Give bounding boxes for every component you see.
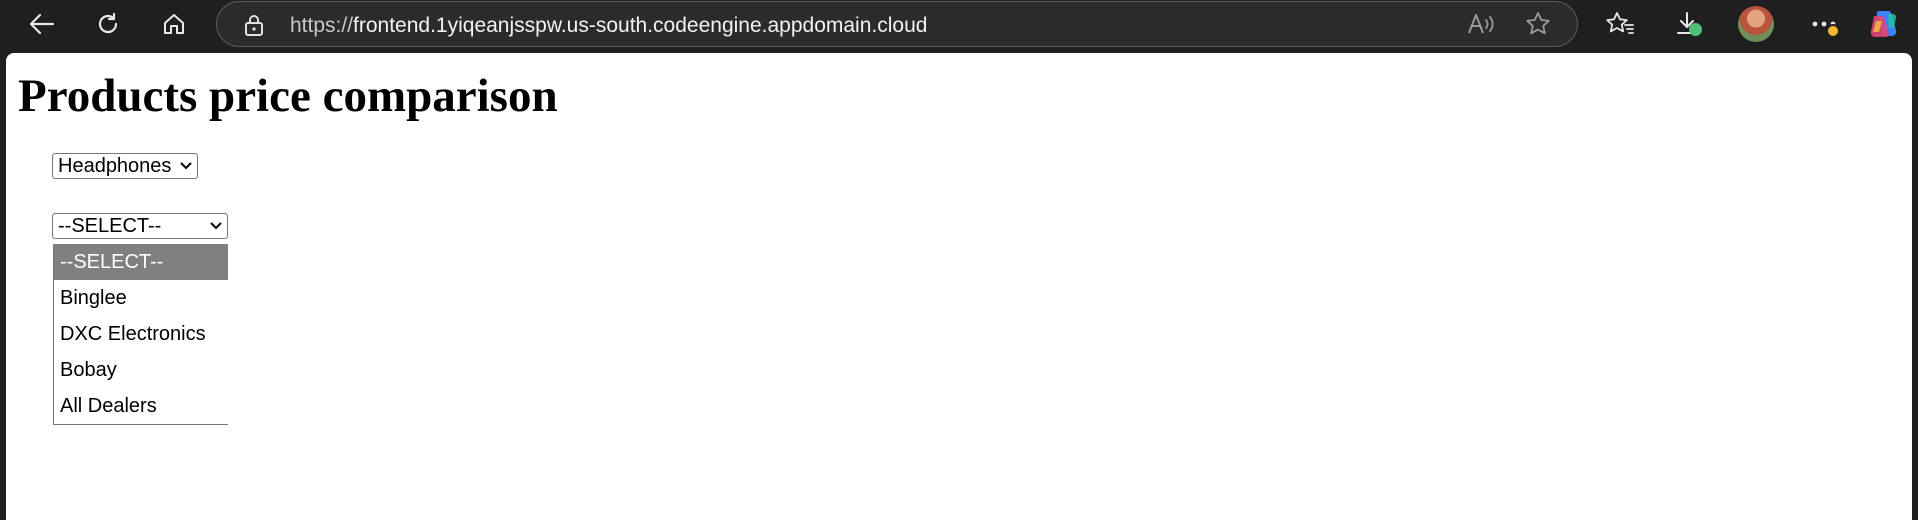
downloads-button[interactable]: [1666, 4, 1710, 44]
url-host: frontend.1yiqeanjsspw.us-south.codeengin…: [353, 14, 928, 37]
chevron-down-icon: [210, 222, 222, 230]
dealer-option-dxc-electronics[interactable]: DXC Electronics: [54, 316, 228, 352]
download-complete-badge: [1689, 23, 1702, 36]
dealer-option-bobay[interactable]: Bobay: [54, 352, 228, 388]
url-scheme: https://: [290, 14, 354, 37]
back-button[interactable]: [20, 4, 64, 44]
copilot-button[interactable]: [1862, 4, 1906, 44]
refresh-icon: [98, 12, 118, 34]
profile-avatar: [1738, 6, 1774, 42]
favorites-icon: [1606, 12, 1634, 34]
lock-icon[interactable]: [243, 13, 265, 37]
home-icon: [164, 14, 184, 34]
address-bar[interactable]: https://frontend.1yiqeanjsspw.us-south.c…: [216, 1, 1578, 47]
dealer-option-select[interactable]: --SELECT--: [54, 244, 228, 280]
back-icon: [29, 13, 55, 35]
page-title: Products price comparison: [18, 70, 558, 122]
browser-toolbar: https://frontend.1yiqeanjsspw.us-south.c…: [0, 0, 1918, 52]
refresh-button[interactable]: [86, 4, 130, 44]
dealer-option-all-dealers[interactable]: All Dealers: [54, 388, 228, 424]
chevron-down-icon: [180, 162, 192, 170]
dealer-dropdown-list: --SELECT-- Binglee DXC Electronics Bobay…: [53, 244, 228, 425]
home-button[interactable]: [152, 4, 196, 44]
dealer-select-value: --SELECT--: [58, 215, 162, 237]
page-viewport: Products price comparison Headphones --S…: [6, 53, 1912, 520]
update-badge: [1826, 24, 1840, 38]
url-text[interactable]: https://frontend.1yiqeanjsspw.us-south.c…: [290, 14, 927, 38]
profile-button[interactable]: [1734, 4, 1778, 44]
copilot-icon: [1870, 11, 1897, 37]
category-select-value: Headphones: [58, 155, 172, 177]
dealer-select[interactable]: --SELECT--: [52, 213, 228, 239]
category-select[interactable]: Headphones: [52, 153, 198, 179]
more-button[interactable]: [1802, 4, 1846, 44]
dealer-option-binglee[interactable]: Binglee: [54, 280, 228, 316]
favorite-star-icon[interactable]: [1525, 11, 1551, 37]
favorites-button[interactable]: [1598, 4, 1642, 44]
read-aloud-icon[interactable]: [1467, 12, 1495, 36]
